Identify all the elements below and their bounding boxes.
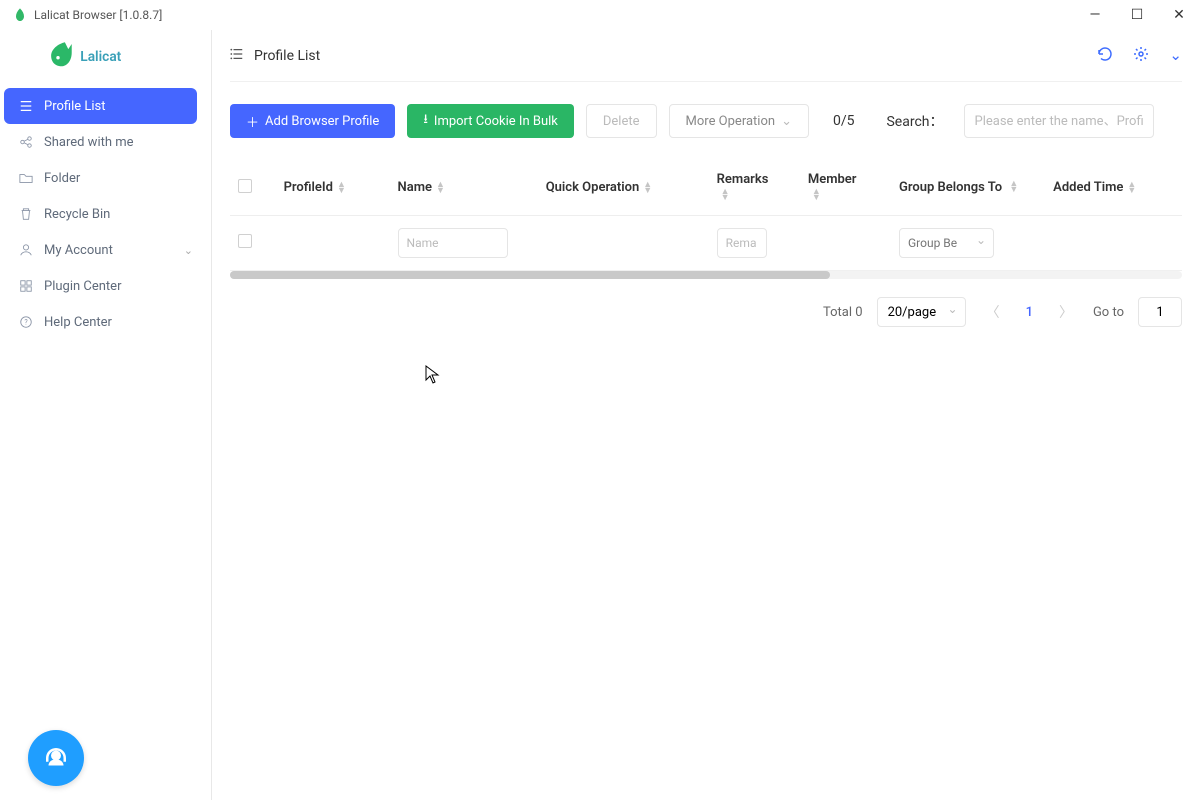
sort-icon[interactable]: ▲▼ xyxy=(436,182,445,194)
window-controls: — ☐ ✕ xyxy=(1086,7,1188,23)
sidebar-item-shared[interactable]: Shared with me xyxy=(4,124,207,160)
sidebar-item-label: Recycle Bin xyxy=(44,207,110,222)
next-page-button[interactable]: 〉 xyxy=(1053,302,1079,322)
sidebar-item-label: Shared with me xyxy=(44,135,134,150)
sidebar-item-account[interactable]: My Account ⌄ xyxy=(4,232,207,268)
column-header[interactable]: Remarks xyxy=(717,172,769,187)
scrollbar-thumb[interactable] xyxy=(230,271,830,279)
sidebar: Lalicat Profile List Shared with me Fold… xyxy=(0,30,212,800)
group-filter-select[interactable] xyxy=(899,228,994,258)
folder-icon xyxy=(18,170,34,186)
row-checkbox[interactable] xyxy=(238,234,252,248)
column-header[interactable]: ProfileId xyxy=(284,180,333,195)
support-button[interactable] xyxy=(28,730,84,786)
sort-icon[interactable]: ▲▼ xyxy=(721,189,730,201)
maximize-button[interactable]: ☐ xyxy=(1128,7,1146,23)
sort-icon[interactable]: ▲▼ xyxy=(812,189,821,201)
brand-logo: Lalicat xyxy=(0,30,211,82)
sidebar-item-plugin[interactable]: Plugin Center xyxy=(4,268,207,304)
goto-page-input[interactable] xyxy=(1138,297,1182,327)
close-button[interactable]: ✕ xyxy=(1170,7,1188,23)
button-label: Import Cookie In Bulk xyxy=(434,114,558,129)
minimize-button[interactable]: — xyxy=(1086,7,1104,23)
page-title: Profile List xyxy=(254,48,320,64)
svg-text:Lalicat: Lalicat xyxy=(80,49,121,65)
column-header[interactable]: Quick Operation xyxy=(546,180,640,195)
sidebar-item-recycle[interactable]: Recycle Bin xyxy=(4,196,207,232)
column-header[interactable]: Group Belongs To xyxy=(899,180,1002,195)
page-size-select[interactable]: 20/page xyxy=(877,297,966,327)
profile-table: ProfileId▲▼ Name▲▼ Quick Operation▲▼ Rem… xyxy=(230,160,1182,271)
plugin-icon xyxy=(18,278,34,294)
chevron-down-icon: ⌄ xyxy=(781,114,792,129)
window-title: Lalicat Browser [1.0.8.7] xyxy=(34,8,162,22)
download-icon: ⭳ xyxy=(423,110,428,132)
headset-icon xyxy=(41,743,71,773)
user-icon xyxy=(18,242,34,258)
topbar: Profile List ⌄ xyxy=(230,30,1182,82)
column-header[interactable]: Added Time xyxy=(1053,180,1123,195)
app-icon xyxy=(12,7,28,23)
button-label: Delete xyxy=(603,114,640,129)
button-label: Add Browser Profile xyxy=(265,114,379,129)
name-filter-input[interactable] xyxy=(398,228,508,258)
plus-icon: ＋ xyxy=(246,112,259,131)
prev-page-button[interactable]: 〈 xyxy=(980,302,1006,322)
horizontal-scrollbar[interactable] xyxy=(230,271,1182,279)
sidebar-item-label: Folder xyxy=(44,171,80,186)
titlebar: Lalicat Browser [1.0.8.7] — ☐ ✕ xyxy=(0,0,1200,30)
list-icon xyxy=(18,98,34,114)
profile-counter: 0/5 xyxy=(833,113,855,129)
goto-label: Go to xyxy=(1093,305,1124,320)
sidebar-item-folder[interactable]: Folder xyxy=(4,160,207,196)
delete-button[interactable]: Delete xyxy=(586,104,657,138)
total-label: Total 0 xyxy=(823,305,863,320)
select-all-checkbox[interactable] xyxy=(238,179,252,193)
more-operation-button[interactable]: More Operation ⌄ xyxy=(669,104,809,138)
sort-icon[interactable]: ▲▼ xyxy=(1127,182,1136,194)
search-input[interactable] xyxy=(964,104,1154,138)
pagination: Total 0 20/page 〈 1 〉 Go to xyxy=(230,279,1182,345)
column-header[interactable]: Name xyxy=(398,180,432,195)
search-label: Search： xyxy=(886,111,943,131)
sidebar-item-label: My Account xyxy=(44,243,113,258)
add-profile-button[interactable]: ＋ Add Browser Profile xyxy=(230,104,395,138)
sidebar-item-label: Plugin Center xyxy=(44,279,121,294)
refresh-button[interactable] xyxy=(1097,46,1113,66)
toolbar: ＋ Add Browser Profile ⭳ Import Cookie In… xyxy=(230,82,1182,160)
sort-icon[interactable]: ▲▼ xyxy=(643,182,652,194)
sidebar-item-label: Help Center xyxy=(44,315,112,330)
sort-icon[interactable]: ▲▼ xyxy=(1009,181,1018,193)
sidebar-item-label: Profile List xyxy=(44,99,106,114)
svg-text:?: ? xyxy=(24,319,28,327)
import-cookie-button[interactable]: ⭳ Import Cookie In Bulk xyxy=(407,104,574,138)
chevron-down-icon: ⌄ xyxy=(184,244,193,257)
trash-icon xyxy=(18,206,34,222)
remarks-filter-input[interactable] xyxy=(717,228,767,258)
settings-button[interactable] xyxy=(1133,46,1149,66)
button-label: More Operation xyxy=(686,114,776,129)
help-icon: ? xyxy=(18,314,34,330)
sort-icon[interactable]: ▲▼ xyxy=(337,182,346,194)
main: Profile List ⌄ ＋ Add Browser Profile ⭳ I… xyxy=(212,30,1200,800)
current-page[interactable]: 1 xyxy=(1020,305,1039,320)
share-icon xyxy=(18,134,34,150)
filter-row xyxy=(230,216,1182,271)
column-header[interactable]: Member xyxy=(808,172,857,187)
sidebar-item-profile-list[interactable]: Profile List xyxy=(4,88,197,124)
list-icon xyxy=(230,46,244,65)
sidebar-item-help[interactable]: ? Help Center xyxy=(4,304,207,340)
chevron-down-icon[interactable]: ⌄ xyxy=(1169,46,1182,66)
